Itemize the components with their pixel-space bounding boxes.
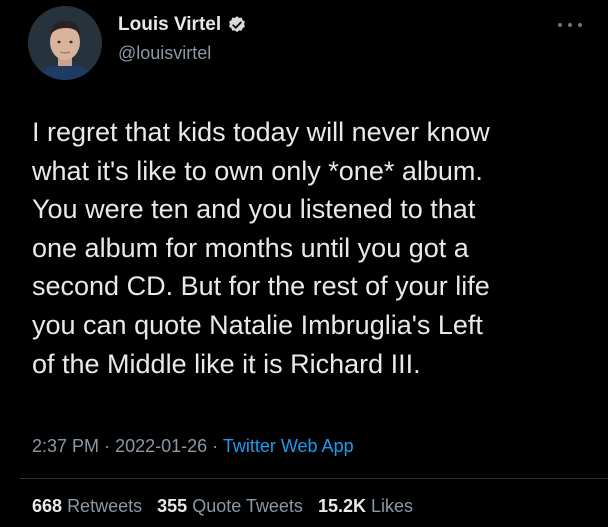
likes-label: Likes	[371, 496, 414, 516]
tweet-text: I regret that kids today will never know…	[32, 113, 592, 383]
author-display-name[interactable]: Louis Virtel	[118, 14, 221, 36]
author-name-row: Louis Virtel	[118, 14, 247, 36]
more-dot	[568, 23, 572, 27]
tweet-date[interactable]: 2022-01-26	[115, 436, 207, 456]
tweet-time[interactable]: 2:37 PM	[32, 436, 99, 456]
more-options-icon[interactable]	[558, 18, 582, 32]
retweets-stat[interactable]: 668 Retweets	[32, 496, 142, 516]
tweet-text-line: second CD. But for the rest of your life	[32, 271, 490, 302]
tweet-meta: 2:37 PM · 2022-01-26 · Twitter Web App	[32, 436, 354, 457]
divider	[20, 478, 608, 479]
likes-count: 15.2K	[317, 496, 366, 516]
tweet-text-line: one album for months until you got a	[32, 232, 469, 263]
avatar[interactable]	[28, 6, 102, 80]
tweet-text-line: you can quote Natalie Imbruglia's Left	[32, 309, 483, 340]
retweets-count: 668	[32, 496, 63, 516]
tweet-text-line: what it's like to own only *one* album.	[32, 155, 483, 186]
profile-photo	[28, 6, 102, 80]
meta-separator: ·	[212, 436, 219, 456]
more-dot	[558, 23, 562, 27]
quote-tweets-stat[interactable]: 355 Quote Tweets	[157, 496, 303, 516]
tweet-source-link[interactable]: Twitter Web App	[223, 436, 354, 456]
retweets-label: Retweets	[67, 496, 143, 516]
verified-badge-icon	[227, 15, 247, 35]
likes-stat[interactable]: 15.2K Likes	[318, 496, 413, 516]
quote-tweets-count: 355	[157, 496, 188, 516]
tweet-stats: 668 Retweets 355 Quote Tweets 15.2K Like…	[32, 496, 423, 517]
author-handle[interactable]: @louisvirtel	[118, 43, 211, 64]
meta-separator: ·	[104, 436, 111, 456]
more-dot	[578, 23, 582, 27]
quote-tweets-label: Quote Tweets	[192, 496, 303, 516]
tweet-text-line: I regret that kids today will never know	[32, 117, 490, 147]
tweet-text-line: of the Middle like it is Richard III.	[32, 348, 421, 379]
tweet-card: Louis Virtel @louisvirtel I regret that …	[0, 0, 608, 527]
tweet-text-line: You were ten and you listened to that	[32, 194, 476, 225]
